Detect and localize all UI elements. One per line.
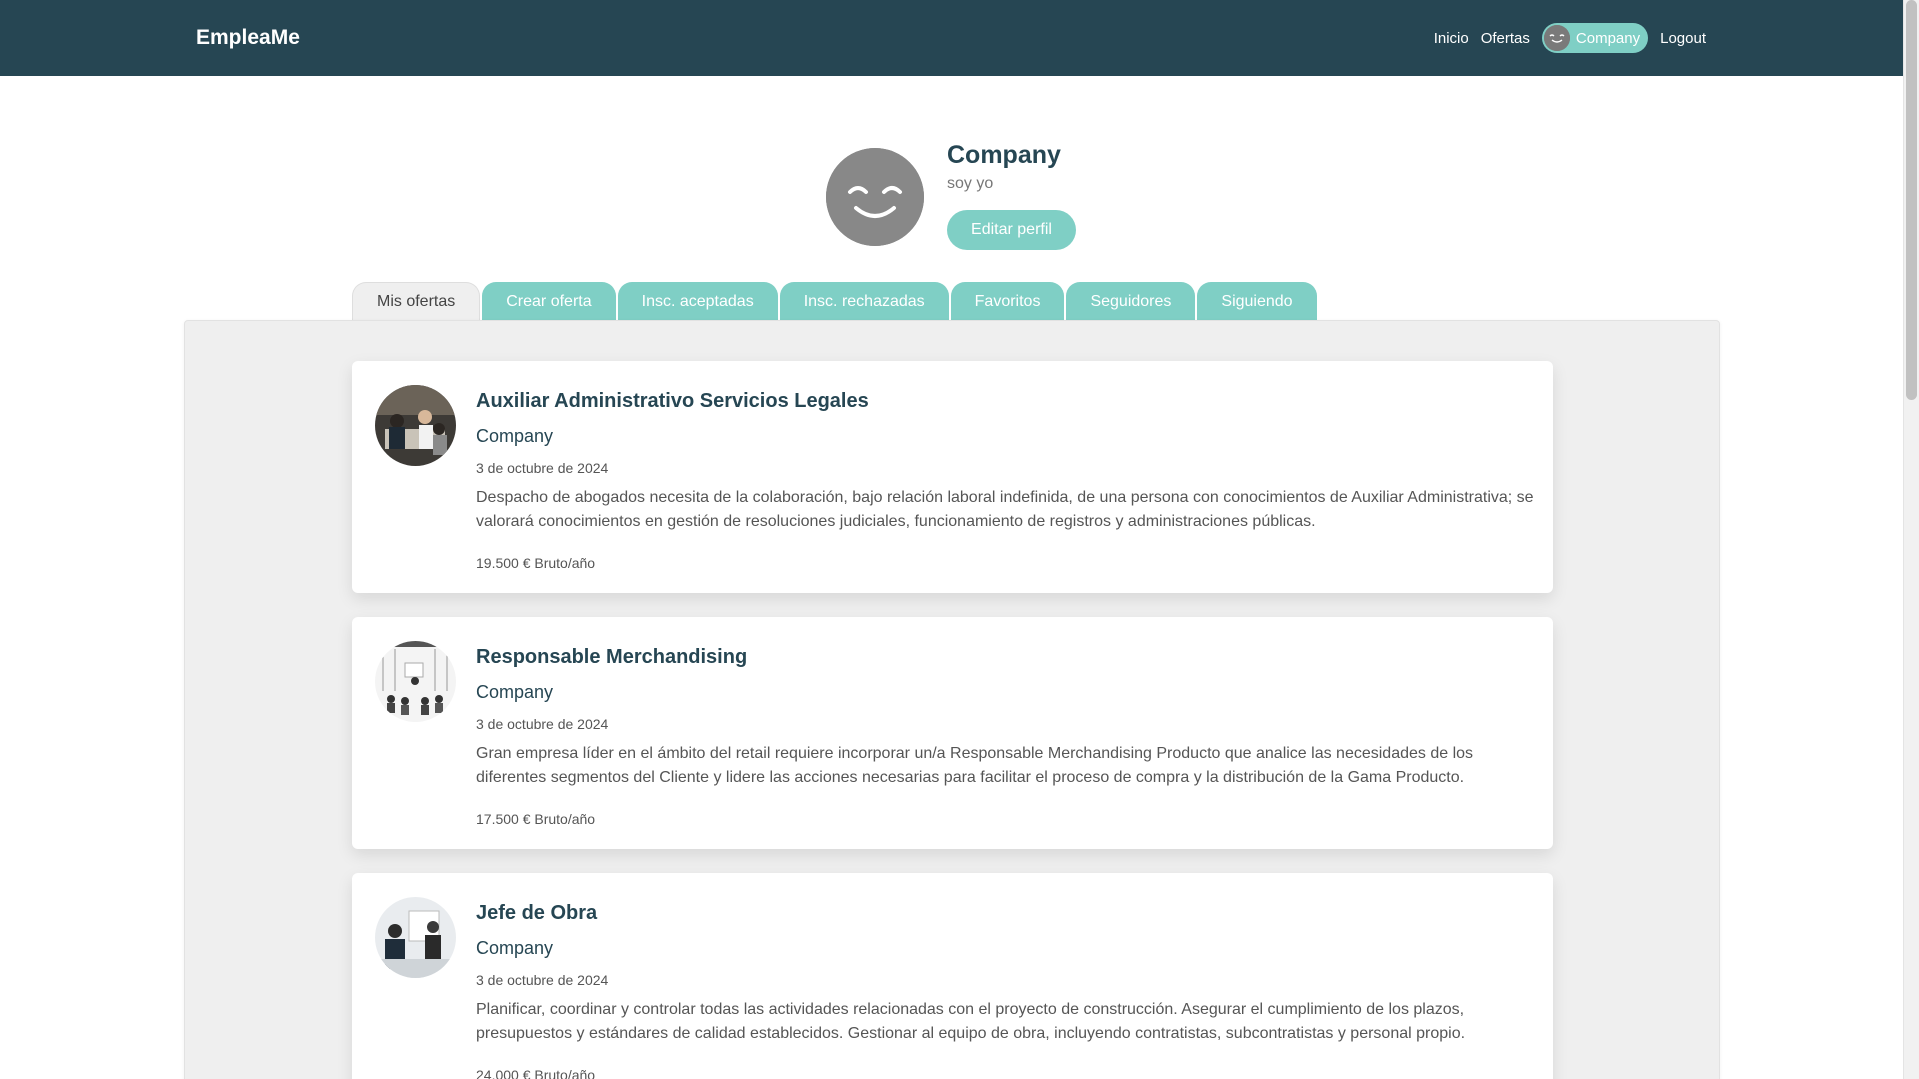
offer-description: Planificar, coordinar y controlar todas …	[476, 1001, 1466, 1042]
navbar: EmpleaMe Inicio Ofertas Company Logout	[0, 0, 1903, 76]
offer-thumbnail	[375, 385, 456, 466]
offer-card[interactable]: Responsable Merchandising Company 3 de o…	[352, 617, 1553, 849]
nav-links: Inicio Ofertas Company Logout	[1434, 23, 1706, 53]
offer-date: 3 de octubre de 2024	[476, 716, 609, 732]
tab-crear-oferta[interactable]: Crear oferta	[482, 282, 616, 321]
nav-link-logout[interactable]: Logout	[1660, 30, 1706, 47]
offer-description: Gran empresa líder en el ámbito del reta…	[476, 745, 1474, 786]
offer-date: 3 de octubre de 2024	[476, 460, 609, 476]
offer-thumbnail	[375, 897, 456, 978]
tab-favoritos[interactable]: Favoritos	[950, 282, 1065, 321]
offer-date: 3 de octubre de 2024	[476, 972, 609, 988]
tab-insc-aceptadas[interactable]: Insc. aceptadas	[617, 282, 778, 321]
tab-insc-rechazadas[interactable]: Insc. rechazadas	[779, 282, 949, 321]
offer-salary: 17.500 € Bruto/año	[476, 811, 596, 827]
tab-siguiendo[interactable]: Siguiendo	[1197, 282, 1317, 321]
offer-description: Despacho de abogados necesita de la cola…	[476, 489, 1534, 530]
offer-title[interactable]: Jefe de Obra	[476, 902, 597, 925]
nav-profile-button[interactable]: Company	[1541, 23, 1649, 53]
scrollbar-thumb[interactable]	[1906, 0, 1917, 400]
tab-mis-ofertas[interactable]: Mis ofertas	[352, 282, 481, 321]
offer-company[interactable]: Company	[476, 426, 553, 447]
edit-profile-button[interactable]: Editar perfil	[947, 210, 1076, 250]
offer-card[interactable]: Jefe de Obra Company 3 de octubre de 202…	[352, 873, 1553, 1079]
smiley-avatar-icon	[1543, 25, 1570, 51]
profile-avatar	[826, 148, 924, 246]
offer-card[interactable]: Auxiliar Administrativo Servicios Legale…	[352, 361, 1553, 593]
offer-salary: 24.000 € Bruto/año	[476, 1067, 596, 1079]
brand-logo[interactable]: EmpleaMe	[196, 26, 300, 50]
nav-profile-label: Company	[1575, 29, 1641, 47]
offer-company[interactable]: Company	[476, 682, 553, 703]
profile-name: Company	[947, 141, 1061, 169]
profile-tabs: Mis ofertas Crear oferta Insc. aceptadas…	[352, 282, 1317, 321]
tab-seguidores[interactable]: Seguidores	[1066, 282, 1196, 321]
offer-salary: 19.500 € Bruto/año	[476, 555, 596, 571]
offer-title[interactable]: Auxiliar Administrativo Servicios Legale…	[476, 390, 869, 413]
nav-link-offers[interactable]: Ofertas	[1481, 30, 1530, 47]
offer-title[interactable]: Responsable Merchandising	[476, 646, 747, 669]
offer-company[interactable]: Company	[476, 938, 553, 959]
nav-link-home[interactable]: Inicio	[1434, 30, 1469, 47]
profile-bio: soy yo	[947, 175, 994, 192]
offer-thumbnail	[375, 641, 456, 722]
page-scrollbar[interactable]	[1903, 0, 1919, 1079]
